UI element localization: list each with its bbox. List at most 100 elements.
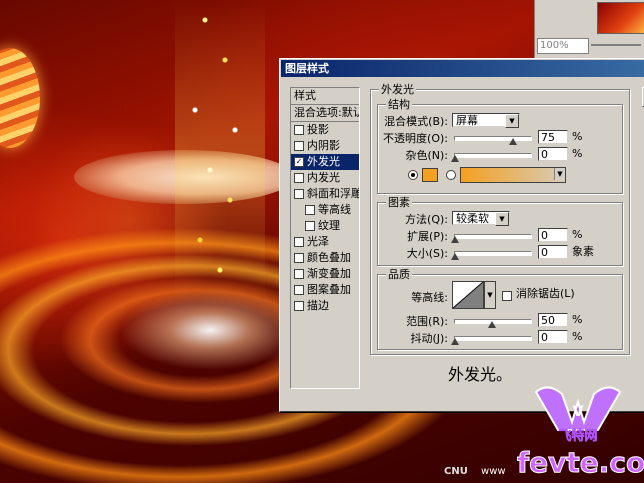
sparks-graphic [175,0,265,300]
style-item[interactable]: 纹理 [291,218,359,234]
jitter-slider-thumb[interactable] [451,338,459,345]
chevron-down-icon: ▼ [554,168,565,180]
solid-color-radio[interactable] [408,170,418,180]
outer-glow-panel: 外发光 结构 混合模式(B): 屏幕 ▼ 不透明度(O): 75 % 杂色(N)… [370,83,630,405]
style-item[interactable]: 颜色叠加 [291,250,359,266]
spread-unit: % [572,228,583,241]
outer-glow-title: 外发光 [379,83,416,96]
chevron-down-icon: ▼ [495,212,509,226]
style-item-label: 外发光 [307,155,340,168]
jitter-slider[interactable] [454,336,532,341]
opacity-input[interactable]: 75 [538,130,568,144]
navigator-zoom-field[interactable]: 100% [537,38,589,54]
elements-group: 图素 方法(Q): 较柔软 ▼ 扩展(P): 0 % 大小(S): 0 象素 [377,196,623,266]
blend-options-item[interactable]: 混合选项:默认 [291,105,359,122]
style-list-header[interactable]: 样式 [291,88,359,105]
style-item[interactable]: 斜面和浮雕 [291,186,359,202]
www-text: www [481,466,506,477]
layer-style-dialog: 图层样式 样式 混合选项:默认 投影 内阴影 ✓ 外发光 内发光 斜面和浮雕 等高线 纹理 光泽… [279,58,644,412]
size-unit: 象素 [572,245,594,258]
style-item-checkbox[interactable] [294,125,304,135]
style-item[interactable]: 投影 [291,122,359,138]
style-item[interactable]: 光泽 [291,234,359,250]
chevron-down-icon: ▼ [505,114,519,128]
style-item-label: 光泽 [307,235,329,248]
antialias-checkbox[interactable] [502,291,512,301]
quality-title: 品质 [386,268,412,281]
noise-input[interactable]: 0 [538,147,568,161]
style-list: 样式 混合选项:默认 投影 内阴影 ✓ 外发光 内发光 斜面和浮雕 等高线 纹理 光泽 颜色叠加渐… [290,87,360,389]
method-value: 较柔软 [456,212,489,225]
glow-gradient-picker[interactable]: ▼ [460,167,566,183]
style-item-checkbox[interactable] [294,173,304,183]
svg-text:V: V [573,404,584,420]
size-slider[interactable] [454,251,532,256]
opacity-slider-thumb[interactable] [509,138,517,145]
jitter-input[interactable]: 0 [538,330,568,344]
noise-unit: % [572,147,583,160]
caption-text: 外发光。 [448,365,513,384]
navigator-thumbnail[interactable] [597,2,644,34]
range-input[interactable]: 50 [538,313,568,327]
style-item-label: 图案叠加 [307,283,351,296]
noise-slider[interactable] [454,153,532,158]
blend-mode-value: 屏幕 [456,114,478,127]
range-slider-thumb[interactable] [488,321,496,328]
spread-label: 扩展(P): [407,230,448,243]
style-item-label: 渐变叠加 [307,267,351,280]
style-item-checkbox[interactable] [305,205,315,215]
noise-slider-thumb[interactable] [451,155,459,162]
style-item[interactable]: 描边 [291,298,359,314]
contour-picker[interactable] [452,281,484,309]
blend-mode-select[interactable]: 屏幕 ▼ [452,113,520,128]
style-item[interactable]: 内阴影 [291,138,359,154]
style-item[interactable]: 等高线 [291,202,359,218]
style-item-checkbox[interactable]: ✓ [294,157,304,167]
style-item[interactable]: 渐变叠加 [291,266,359,282]
antialias-label: 消除锯齿(L) [516,287,575,300]
blend-mode-label: 混合模式(B): [384,115,448,128]
style-item[interactable]: 图案叠加 [291,282,359,298]
style-item-checkbox[interactable] [294,285,304,295]
method-label: 方法(Q): [405,213,448,226]
jitter-unit: % [572,330,583,343]
size-slider-thumb[interactable] [451,253,459,260]
style-item[interactable]: ✓ 外发光 [291,154,359,170]
style-item-checkbox[interactable] [305,221,315,231]
structure-title: 结构 [386,98,412,111]
elements-title: 图素 [386,196,412,209]
style-item-checkbox[interactable] [294,237,304,247]
style-item-label: 斜面和浮雕 [307,187,359,200]
chevron-down-icon[interactable]: ▼ [484,281,496,309]
spread-slider[interactable] [454,234,532,239]
range-label: 范围(R): [406,315,448,328]
gradient-radio[interactable] [446,170,456,180]
noise-label: 杂色(N): [405,149,448,162]
style-item-label: 内阴影 [307,139,340,152]
opacity-slider[interactable] [454,136,532,141]
navigator-zoom-slider[interactable] [591,44,641,46]
spread-slider-thumb[interactable] [451,236,459,243]
style-item-label: 颜色叠加 [307,251,351,264]
fevte-logo-text: 飞特网 [558,428,597,442]
style-item-checkbox[interactable] [294,301,304,311]
glow-color-swatch[interactable] [422,168,438,182]
contour-curve-icon [452,281,484,309]
style-item-checkbox[interactable] [294,189,304,199]
opacity-label: 不透明度(O): [383,132,448,145]
style-item-label: 描边 [307,299,329,312]
style-item-checkbox[interactable] [294,253,304,263]
range-unit: % [572,313,583,326]
spread-input[interactable]: 0 [538,228,568,242]
jitter-label: 抖动(J): [410,332,448,345]
method-select[interactable]: 较柔软 ▼ [452,211,510,226]
navigator-panel: 100% [534,0,644,58]
style-item[interactable]: 内发光 [291,170,359,186]
style-item-checkbox[interactable] [294,269,304,279]
structure-group: 结构 混合模式(B): 屏幕 ▼ 不透明度(O): 75 % 杂色(N): 0 … [377,98,623,194]
style-item-label: 纹理 [318,219,340,232]
dialog-title[interactable]: 图层样式 [281,60,644,77]
size-input[interactable]: 0 [538,245,568,259]
fevte-logo: V 飞特网 [534,386,622,442]
style-item-checkbox[interactable] [294,141,304,151]
